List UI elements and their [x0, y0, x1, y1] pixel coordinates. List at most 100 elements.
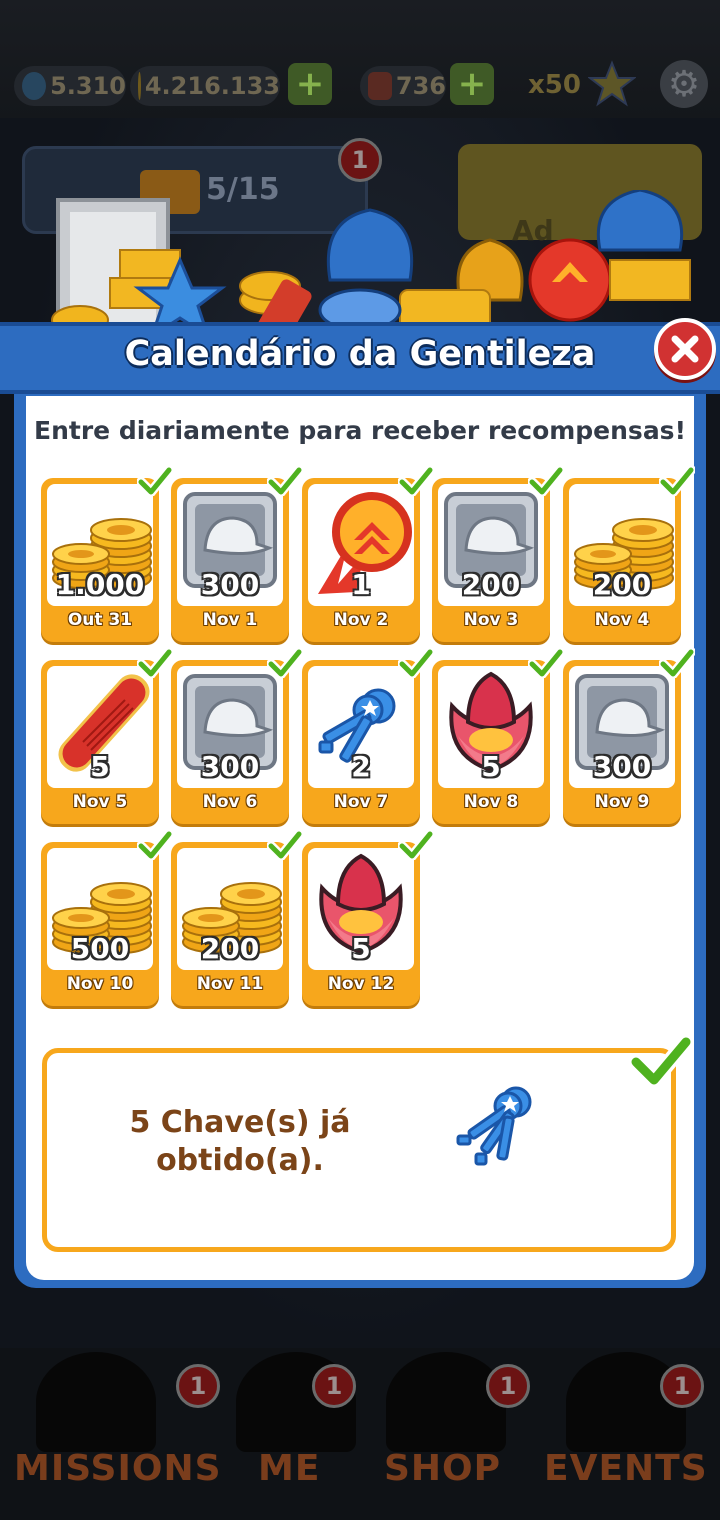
- reward-quantity: 300: [592, 750, 652, 783]
- reward-quantity: 200: [461, 568, 521, 601]
- reward-quantity: 200: [200, 932, 260, 965]
- day-date: Nov 11: [196, 974, 264, 994]
- key-icon: [22, 72, 47, 100]
- day-date: Nov 9: [594, 792, 650, 812]
- hat-token-icon: 300: [569, 666, 675, 788]
- coins-counter: 4.216.133: [130, 66, 280, 106]
- reward-quantity: 2: [351, 750, 371, 783]
- score-multiplier: x50: [528, 70, 581, 100]
- flower-icon: 5: [308, 848, 414, 970]
- events-badge: 1: [660, 1364, 704, 1408]
- day-date: Out 31: [67, 610, 133, 630]
- claimed-check-icon: [397, 647, 435, 679]
- modal-title: Calendário da Gentileza: [124, 334, 596, 374]
- day-card[interactable]: 200 Nov 11: [171, 842, 289, 1006]
- day-card[interactable]: 1.000 Out 31: [41, 478, 159, 642]
- day-date: Nov 2: [333, 610, 389, 630]
- keys-reward-icon: [456, 1086, 532, 1166]
- shop-silhouette: [386, 1352, 506, 1452]
- missions-badge: 1: [176, 1364, 220, 1408]
- coin-icon: [138, 72, 141, 100]
- claimed-check-icon: [658, 465, 696, 497]
- reward-quantity: 5: [481, 750, 501, 783]
- day-card[interactable]: 1 Nov 2: [302, 478, 420, 642]
- day-card[interactable]: 500 Nov 10: [41, 842, 159, 1006]
- day-date: Nov 4: [594, 610, 650, 630]
- settings-gear-icon[interactable]: ⚙: [660, 60, 708, 108]
- add-coins-button[interactable]: +: [288, 63, 332, 105]
- coins-icon: 1.000: [47, 484, 153, 606]
- claimed-check-icon: [136, 829, 174, 861]
- day-card[interactable]: 5 Nov 8: [432, 660, 550, 824]
- day-date: Nov 6: [202, 792, 258, 812]
- nav-shop-button[interactable]: SHOP: [384, 1448, 501, 1489]
- keys-counter: 5.310: [14, 66, 126, 106]
- day-card[interactable]: 2 Nov 7: [302, 660, 420, 824]
- nav-me-button[interactable]: ME: [258, 1448, 320, 1489]
- day-card[interactable]: 200 Nov 3: [432, 478, 550, 642]
- hat-token-icon: 300: [177, 666, 283, 788]
- coins-icon: 500: [47, 848, 153, 970]
- summary-check-icon: [630, 1034, 692, 1088]
- hat-token-icon: 200: [438, 484, 544, 606]
- close-button[interactable]: [654, 318, 716, 380]
- day-card[interactable]: 300 Nov 9: [563, 660, 681, 824]
- claimed-check-icon: [397, 465, 435, 497]
- reward-summary-line-1: 5 Chave(s) já: [129, 1105, 351, 1140]
- reward-quantity: 1: [351, 568, 371, 601]
- hat-token-icon: 300: [177, 484, 283, 606]
- reward-quantity: 5: [351, 932, 371, 965]
- reward-quantity: 200: [592, 568, 652, 601]
- reward-quantity: 500: [70, 932, 130, 965]
- reward-quantity: 300: [200, 750, 260, 783]
- claimed-check-icon: [527, 647, 565, 679]
- day-date: Nov 1: [202, 610, 258, 630]
- me-badge: 1: [312, 1364, 356, 1408]
- keys-value: 5.310: [50, 72, 126, 100]
- claimed-check-icon: [266, 829, 304, 861]
- boards-value: 736: [395, 72, 446, 100]
- day-card[interactable]: 300 Nov 1: [171, 478, 289, 642]
- treasure-pile-image: [51, 190, 691, 340]
- reward-quantity: 1.000: [55, 568, 145, 601]
- missions-silhouette: [36, 1352, 156, 1452]
- day-card[interactable]: 200 Nov 4: [563, 478, 681, 642]
- claimed-check-icon: [136, 647, 174, 679]
- notification-badge: 1: [338, 138, 382, 182]
- nav-missions-button[interactable]: MISSIONS: [14, 1448, 222, 1489]
- hoverboard-icon: [368, 72, 392, 100]
- day-date: Nov 10: [66, 974, 134, 994]
- keys-icon: 2: [308, 666, 414, 788]
- close-icon: [671, 335, 699, 363]
- coins-icon: 200: [569, 484, 675, 606]
- day-card[interactable]: 300 Nov 6: [171, 660, 289, 824]
- nav-events-button[interactable]: EVENTS: [544, 1448, 708, 1489]
- reward-quantity: 5: [90, 750, 110, 783]
- day-date: Nov 5: [72, 792, 128, 812]
- reward-summary-text: 5 Chave(s) já obtido(a).: [100, 1104, 380, 1180]
- add-boards-button[interactable]: +: [450, 63, 494, 105]
- day-date: Nov 7: [333, 792, 389, 812]
- claimed-check-icon: [136, 465, 174, 497]
- day-date: Nov 12: [327, 974, 395, 994]
- claimed-check-icon: [527, 465, 565, 497]
- coins-value: 4.216.133: [144, 72, 280, 100]
- claimed-check-icon: [397, 829, 435, 861]
- day-date: Nov 8: [463, 792, 519, 812]
- star-icon[interactable]: [588, 60, 636, 108]
- claimed-check-icon: [658, 647, 696, 679]
- day-card[interactable]: 5 Nov 12: [302, 842, 420, 1006]
- reward-summary-line-2: obtido(a).: [156, 1143, 324, 1178]
- boards-counter: 736: [360, 66, 446, 106]
- claimed-check-icon: [266, 647, 304, 679]
- day-date: Nov 3: [463, 610, 519, 630]
- reward-quantity: 300: [200, 568, 260, 601]
- calendar-subtitle: Entre diariamente para receber recompens…: [34, 416, 686, 445]
- day-card[interactable]: 5 Nov 5: [41, 660, 159, 824]
- claimed-check-icon: [266, 465, 304, 497]
- score-booster-icon: 1: [308, 484, 414, 606]
- flower-icon: 5: [438, 666, 544, 788]
- hoverboard-icon: 5: [47, 666, 153, 788]
- coins-icon: 200: [177, 848, 283, 970]
- shop-badge: 1: [486, 1364, 530, 1408]
